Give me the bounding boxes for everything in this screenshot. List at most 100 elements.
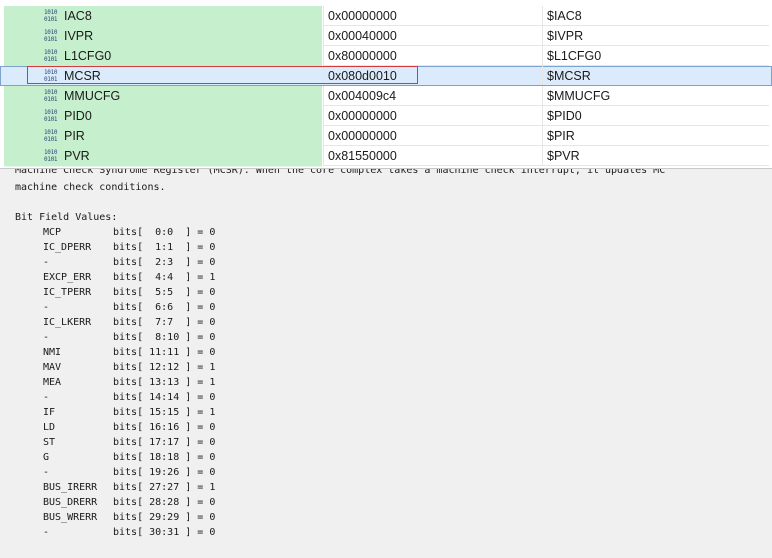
- register-value: 0x81550000: [328, 149, 397, 163]
- register-value-cell[interactable]: 0x80000000: [323, 46, 542, 66]
- bit-field-name: BUS_WRERR: [43, 512, 98, 523]
- register-alias: $PID0: [547, 109, 582, 123]
- register-name: MMUCFG: [64, 89, 121, 103]
- register-value-cell[interactable]: 0x004009c4: [323, 86, 542, 106]
- bit-field-name: BUS_DRERR: [43, 497, 98, 508]
- binary-register-icon: 1010 0101: [44, 29, 58, 43]
- register-alias: $MCSR: [547, 69, 591, 83]
- bit-field-name: BUS_IRERR: [43, 482, 98, 493]
- register-alias-cell[interactable]: $MMUCFG: [542, 86, 769, 106]
- register-alias-cell[interactable]: $IVPR: [542, 26, 769, 46]
- register-name-cell[interactable]: 1010 0101 MCSR: [4, 66, 322, 86]
- bit-field-value: bits[ 4:4 ] = 1: [113, 272, 216, 283]
- register-row-l1cfg0[interactable]: 1010 0101 L1CFG0 0x80000000 $L1CFG0: [0, 46, 772, 67]
- register-alias-cell[interactable]: $IAC8: [542, 6, 769, 26]
- register-alias: $IVPR: [547, 29, 584, 43]
- bit-field-name: IF: [43, 407, 56, 418]
- bit-field-name: -: [43, 392, 50, 403]
- register-value-cell[interactable]: 0x00000000: [323, 6, 542, 26]
- bit-field-name: NMI: [43, 347, 62, 358]
- register-alias-cell[interactable]: $PVR: [542, 146, 769, 166]
- bit-field-value: bits[ 15:15 ] = 1: [113, 407, 216, 418]
- binary-register-icon: 1010 0101: [44, 9, 58, 23]
- register-alias-cell[interactable]: $MCSR: [542, 66, 769, 85]
- register-row-mcsr[interactable]: 1010 0101 MCSR 0x080d0010 $MCSR: [0, 66, 772, 86]
- register-value: 0x00000000: [328, 109, 397, 123]
- bit-field-name: LD: [43, 422, 56, 433]
- register-name-cell[interactable]: 1010 0101 IVPR: [4, 26, 322, 47]
- register-value: 0x00000000: [328, 129, 397, 143]
- bit-field-value: bits[ 0:0 ] = 0: [113, 227, 216, 238]
- register-alias: $PIR: [547, 129, 575, 143]
- bit-field-value: bits[ 2:3 ] = 0: [113, 257, 216, 268]
- bit-field-name: ST: [43, 437, 56, 448]
- bit-field-name: IC_TPERR: [43, 287, 92, 298]
- register-name-cell[interactable]: 1010 0101 MMUCFG: [4, 86, 322, 107]
- bit-field-heading: Bit Field Values:: [15, 212, 118, 223]
- register-alias: $MMUCFG: [547, 89, 611, 103]
- register-value-cell[interactable]: 0x81550000: [323, 146, 542, 166]
- register-name-cell[interactable]: 1010 0101 PIR: [4, 126, 322, 147]
- bit-field-value: bits[ 27:27 ] = 1: [113, 482, 216, 493]
- register-alias: $L1CFG0: [547, 49, 602, 63]
- binary-register-icon: 1010 0101: [44, 89, 58, 103]
- register-value-cell[interactable]: 0x00000000: [323, 106, 542, 126]
- register-value: 0x004009c4: [328, 89, 397, 103]
- bit-field-value: bits[ 13:13 ] = 1: [113, 377, 216, 388]
- register-name: PIR: [64, 129, 85, 143]
- binary-register-icon: 1010 0101: [44, 109, 58, 123]
- register-row-iac8[interactable]: 1010 0101 IAC8 0x00000000 $IAC8: [0, 6, 772, 27]
- bit-field-name: -: [43, 527, 50, 538]
- bit-field-name: -: [43, 302, 50, 313]
- register-row-mmucfg[interactable]: 1010 0101 MMUCFG 0x004009c4 $MMUCFG: [0, 86, 772, 107]
- bit-field-value: bits[ 17:17 ] = 0: [113, 437, 216, 448]
- bit-field-value: bits[ 6:6 ] = 0: [113, 302, 216, 313]
- bit-field-value: bits[ 19:26 ] = 0: [113, 467, 216, 478]
- binary-register-icon: 1010 0101: [44, 69, 58, 83]
- register-value: 0x80000000: [328, 49, 397, 63]
- bit-field-value: bits[ 14:14 ] = 0: [113, 392, 216, 403]
- binary-register-icon: 1010 0101: [44, 129, 58, 143]
- register-alias: $PVR: [547, 149, 580, 163]
- bit-field-value: bits[ 18:18 ] = 0: [113, 452, 216, 463]
- register-value-cell[interactable]: 0x00000000: [323, 126, 542, 146]
- bit-field-value: bits[ 12:12 ] = 1: [113, 362, 216, 373]
- register-detail-pane: Machine Check Syndrome Register (MCSR). …: [0, 168, 772, 558]
- register-name: MCSR: [64, 69, 101, 83]
- bit-field-value: bits[ 28:28 ] = 0: [113, 497, 216, 508]
- register-row-ivpr[interactable]: 1010 0101 IVPR 0x00040000 $IVPR: [0, 26, 772, 47]
- bit-field-name: MAV: [43, 362, 62, 373]
- register-value-cell[interactable]: 0x080d0010: [323, 66, 542, 85]
- register-row-pid0[interactable]: 1010 0101 PID0 0x00000000 $PID0: [0, 106, 772, 127]
- bit-field-name: EXCP_ERR: [43, 272, 92, 283]
- register-alias-cell[interactable]: $PID0: [542, 106, 769, 126]
- register-row-pvr[interactable]: 1010 0101 PVR 0x81550000 $PVR: [0, 146, 772, 167]
- register-alias-cell[interactable]: $PIR: [542, 126, 769, 146]
- register-row-pir[interactable]: 1010 0101 PIR 0x00000000 $PIR: [0, 126, 772, 147]
- description-text: machine check conditions.: [15, 182, 166, 193]
- register-value: 0x080d0010: [328, 69, 397, 83]
- bit-field-name: MEA: [43, 377, 62, 388]
- bit-field-value: bits[ 5:5 ] = 0: [113, 287, 216, 298]
- bit-field-name: IC_LKERR: [43, 317, 92, 328]
- bit-field-name: IC_DPERR: [43, 242, 92, 253]
- register-name: IVPR: [64, 29, 94, 43]
- bit-field-value: bits[ 8:10 ] = 0: [113, 332, 216, 343]
- bit-field-name: -: [43, 332, 50, 343]
- register-name-cell[interactable]: 1010 0101 L1CFG0: [4, 46, 322, 67]
- bit-field-name: -: [43, 467, 50, 478]
- bit-field-value: bits[ 29:29 ] = 0: [113, 512, 216, 523]
- register-name: IAC8: [64, 9, 92, 23]
- register-name: PID0: [64, 109, 92, 123]
- bit-field-name: -: [43, 257, 50, 268]
- binary-register-icon: 1010 0101: [44, 149, 58, 163]
- register-value-cell[interactable]: 0x00040000: [323, 26, 542, 46]
- register-alias-cell[interactable]: $L1CFG0: [542, 46, 769, 66]
- register-name: PVR: [64, 149, 90, 163]
- register-name-cell[interactable]: 1010 0101 PVR: [4, 146, 322, 167]
- register-name-cell[interactable]: 1010 0101 PID0: [4, 106, 322, 127]
- register-table: 1010 0101 IAC8 0x00000000 $IAC8 1010 0101 IVPR 0…: [0, 6, 772, 168]
- register-alias: $IAC8: [547, 9, 582, 23]
- register-name: L1CFG0: [64, 49, 112, 63]
- register-name-cell[interactable]: 1010 0101 IAC8: [4, 6, 322, 27]
